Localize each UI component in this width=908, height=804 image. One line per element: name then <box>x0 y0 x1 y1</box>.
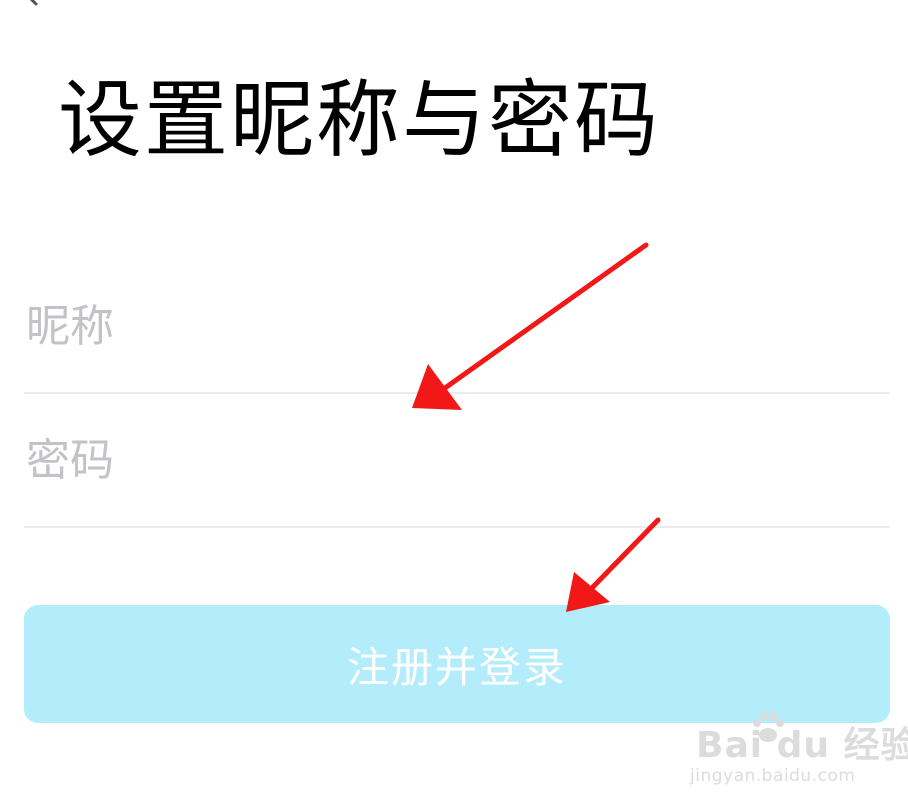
chevron-left-icon[interactable] <box>20 0 44 6</box>
nickname-field <box>24 260 890 394</box>
password-input[interactable] <box>24 394 890 526</box>
annotation-arrow-button <box>566 517 661 612</box>
register-and-login-button[interactable]: 注册并登录 <box>24 605 890 723</box>
watermark-url: jingyan.baidu.com <box>690 766 856 786</box>
nickname-input[interactable] <box>24 260 890 392</box>
password-field <box>24 394 890 528</box>
register-screen: 设置昵称与密码 注册并登录 Bai du 经验 jingyan.baidu.co… <box>0 0 908 804</box>
watermark-logo-text: Bai du 经验 <box>696 725 908 766</box>
page-title: 设置昵称与密码 <box>58 71 661 169</box>
